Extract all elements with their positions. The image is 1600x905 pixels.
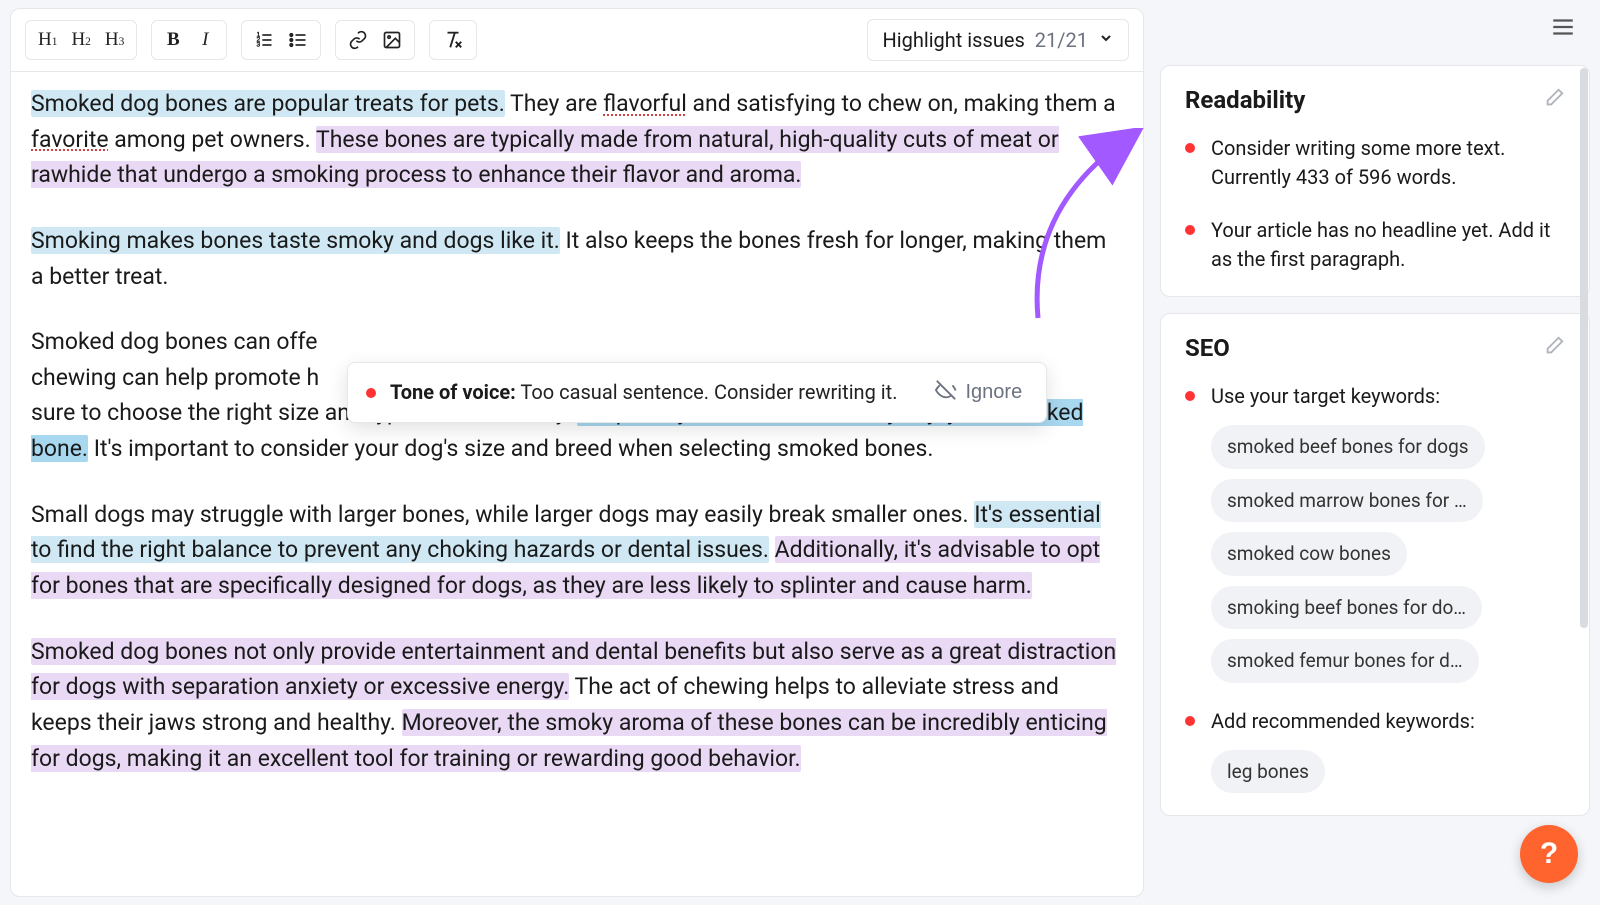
paragraph[interactable]: Smoking makes bones taste smoky and dogs… [31,223,1123,294]
highlight-issues-label: Highlight issues [882,28,1024,52]
keyword-pill[interactable]: leg bones [1211,750,1325,794]
keyword-pill[interactable]: smoking beef bones for do… [1211,586,1482,630]
issue-dot [1185,143,1195,153]
highlight-issues-dropdown[interactable]: Highlight issues 21/21 [867,19,1129,61]
eye-off-icon [935,379,957,407]
readability-card: Readability Consider writing some more t… [1160,65,1590,297]
seo-issues: Use your target keywords: smoked beef bo… [1185,382,1565,793]
svg-text:3: 3 [257,42,261,49]
format-group: B I [151,20,227,60]
paragraph[interactable]: Smoked dog bones are popular treats for … [31,86,1123,193]
issue-item[interactable]: Add recommended keywords: leg bones [1185,707,1565,794]
heading-group: H1 H2 H3 [25,20,137,60]
sidebar: Readability Consider writing some more t… [1160,8,1590,897]
editor-body[interactable]: Smoked dog bones are popular treats for … [11,72,1143,830]
issue-item[interactable]: Use your target keywords: smoked beef bo… [1185,382,1565,683]
keyword-pill[interactable]: smoked beef bones for dogs [1211,425,1485,469]
list-group: 123 [241,20,321,60]
keyword-pill[interactable]: smoked marrow bones for … [1211,479,1483,523]
issue-dot [1185,225,1195,235]
editor-panel: H1 H2 H3 B I 123 [10,8,1144,897]
insert-group [335,20,415,60]
ignore-button[interactable]: Ignore [929,378,1028,408]
h1-button[interactable]: H1 [32,25,63,55]
issue-item[interactable]: Consider writing some more text. Current… [1185,134,1565,192]
pencil-icon[interactable] [1543,335,1565,361]
tone-suggestion-popup: Tone of voice: Too casual sentence. Cons… [347,362,1047,423]
ordered-list-button[interactable]: 123 [248,25,280,55]
italic-button[interactable]: I [190,25,220,55]
pencil-icon[interactable] [1543,87,1565,113]
readability-issues: Consider writing some more text. Current… [1185,134,1565,274]
keyword-pill[interactable]: smoked femur bones for d… [1211,639,1479,683]
bold-button[interactable]: B [158,25,188,55]
seo-card: SEO Use your target keywords: smoked bee… [1160,313,1590,816]
issue-dot [366,388,376,398]
seo-title: SEO [1185,334,1230,362]
paragraph[interactable]: Small dogs may struggle with larger bone… [31,497,1123,604]
clear-format-button[interactable] [436,25,470,55]
sidebar-menu-button[interactable] [1544,8,1582,49]
image-button[interactable] [376,25,408,55]
h2-button[interactable]: H2 [65,25,96,55]
popup-label: Tone of voice: [390,380,516,404]
issue-dot [1185,391,1195,401]
help-button[interactable]: ? [1520,825,1578,883]
popup-message: Too casual sentence. Consider rewriting … [520,380,897,404]
toolbar: H1 H2 H3 B I 123 [11,9,1143,72]
h3-button[interactable]: H3 [99,25,130,55]
sidebar-scrollbar[interactable] [1580,68,1588,628]
issue-item[interactable]: Your article has no headline yet. Add it… [1185,216,1565,274]
readability-title: Readability [1185,86,1305,114]
keyword-pill[interactable]: smoked cow bones [1211,532,1407,576]
paragraph[interactable]: Smoked dog bones not only provide entert… [31,634,1123,777]
chevron-down-icon [1098,30,1114,50]
issue-dot [1185,716,1195,726]
clear-group [429,20,477,60]
highlight-issues-count: 21/21 [1035,28,1088,52]
link-button[interactable] [342,25,374,55]
unordered-list-button[interactable] [282,25,314,55]
